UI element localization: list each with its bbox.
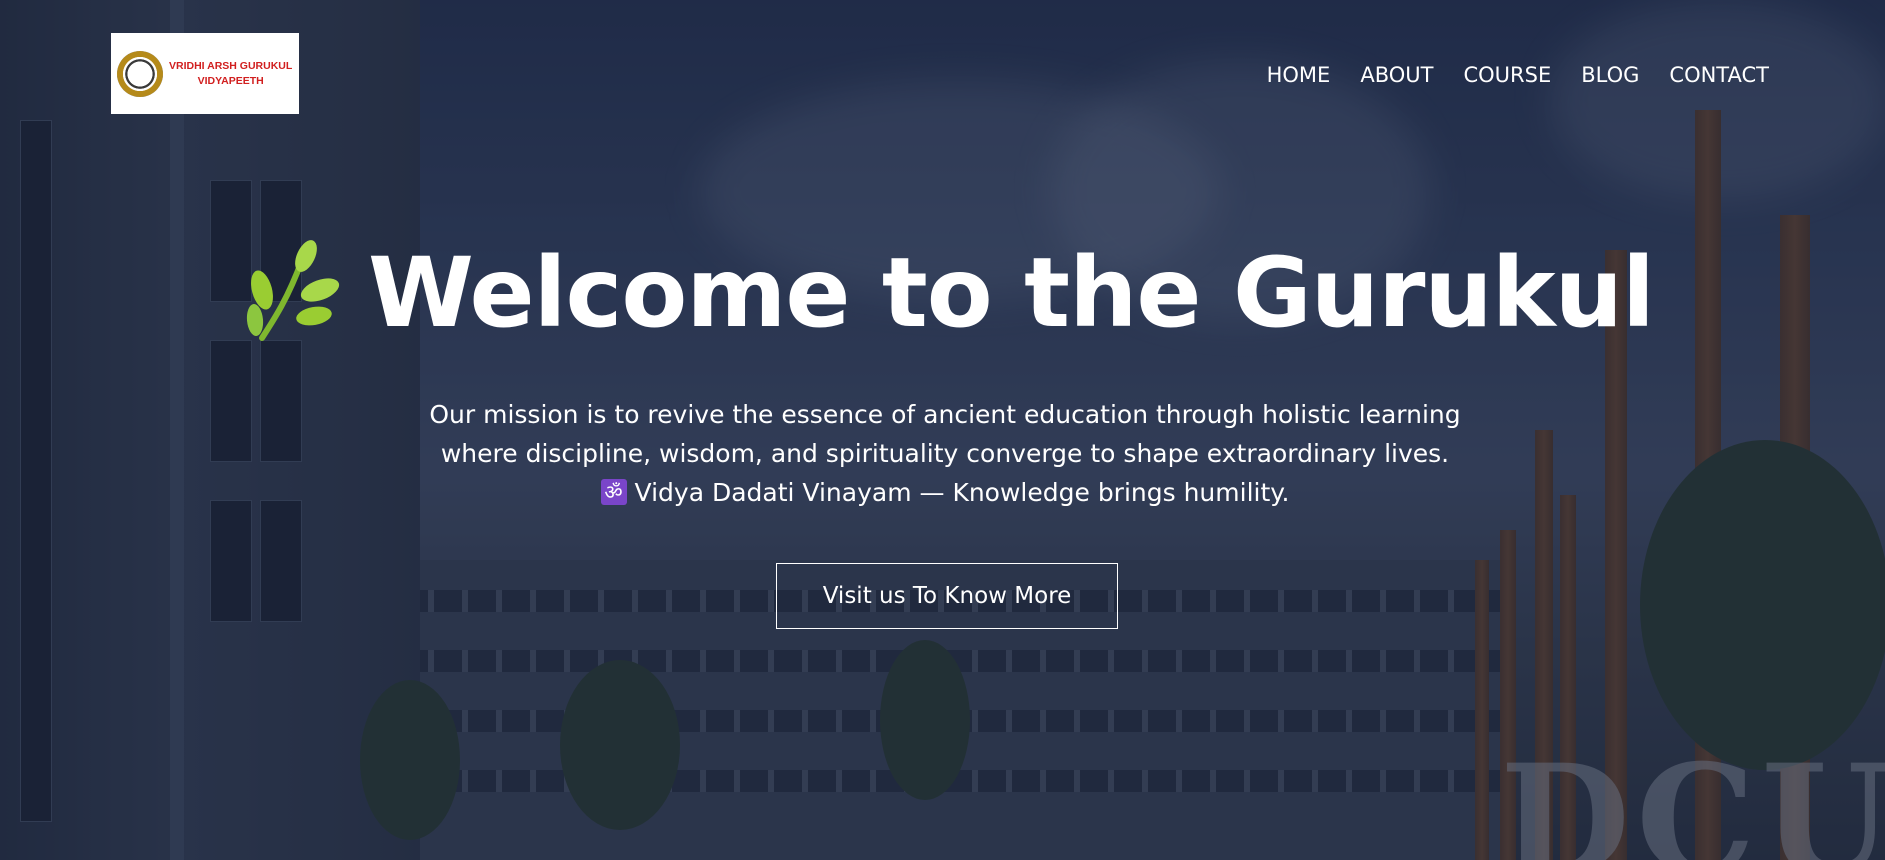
mission-statement: Our mission is to revive the essence of … [300, 395, 1590, 512]
motto-line: ॐ Vidya Dadati Vinayam — Knowledge brings… [300, 473, 1590, 512]
page-title: Welcome to the Gurukul [368, 237, 1655, 349]
hero-section: DCU VRIDHI ARSH GURUKUL VIDYAPEETH HOME … [0, 0, 1885, 860]
om-icon: ॐ [600, 479, 627, 505]
mission-line-1: Our mission is to revive the essence of … [429, 400, 1461, 429]
herb-leaf-icon [246, 240, 340, 341]
gurukul-emblem-icon [117, 50, 163, 97]
nav-course[interactable]: COURSE [1463, 60, 1551, 90]
nav-about[interactable]: ABOUT [1360, 60, 1433, 90]
logo-line-1: VRIDHI ARSH GURUKUL [169, 59, 293, 72]
nav-contact[interactable]: CONTACT [1669, 60, 1769, 90]
logo-text: VRIDHI ARSH GURUKUL VIDYAPEETH [169, 59, 292, 89]
motto-text: Vidya Dadati Vinayam — Knowledge brings … [634, 478, 1290, 507]
main-nav: HOME ABOUT COURSE BLOG CONTACT [1237, 60, 1769, 90]
nav-blog[interactable]: BLOG [1581, 60, 1639, 90]
hero-headline: Welcome to the Gurukul [240, 238, 1680, 348]
site-logo[interactable]: VRIDHI ARSH GURUKUL VIDYAPEETH [111, 33, 299, 114]
mission-line-2: where discipline, wisdom, and spirituali… [440, 439, 1450, 468]
nav-home[interactable]: HOME [1267, 60, 1331, 90]
logo-line-2: VIDYAPEETH [197, 74, 264, 87]
visit-us-button[interactable]: Visit us To Know More [776, 563, 1118, 629]
